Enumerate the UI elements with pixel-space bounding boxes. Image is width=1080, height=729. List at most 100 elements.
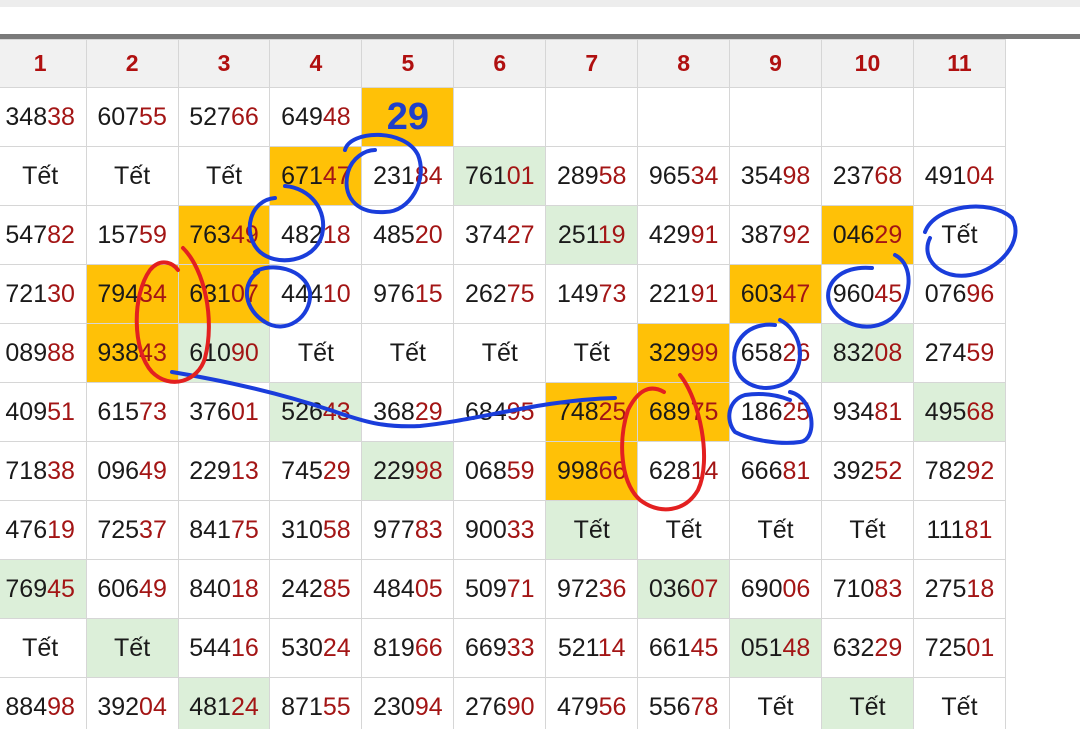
number-tail: 24 [231,693,259,721]
number-prefix: 221 [649,280,691,308]
number-tail: 73 [139,398,167,426]
number-tail: 10 [323,280,351,308]
number-tail: 18 [231,575,259,603]
number-tail: 55 [323,693,351,721]
number-tail: 45 [874,280,902,308]
result-cell: 64948 [270,88,362,147]
number-prefix: 710 [833,575,875,603]
result-cell: 36829 [362,383,454,442]
number-tail: 91 [691,280,719,308]
result-cell: 27690 [454,678,546,729]
result-cell: 48218 [270,206,362,265]
column-header-10: 10 [822,40,914,88]
result-cell: 31058 [270,501,362,560]
result-cell: Tết [0,147,86,206]
result-cell: 26275 [454,265,546,324]
result-cell: 87155 [270,678,362,729]
number-prefix: 972 [557,575,599,603]
result-cell: 97615 [362,265,454,324]
result-cell: 55678 [638,678,730,729]
number-prefix: 649 [281,103,323,131]
number-tail: 25 [783,398,811,426]
number-tail: 15 [415,280,443,308]
number-prefix: 684 [465,398,507,426]
result-cell: 97236 [546,560,638,619]
number-prefix: 900 [465,516,507,544]
result-cell: 23184 [362,147,454,206]
holiday-label: Tết [114,634,150,662]
number-prefix: 666 [741,457,783,485]
number-prefix: 354 [741,162,783,190]
result-cell: 08988 [0,324,86,383]
number-prefix: 484 [373,575,415,603]
table-row: 7718380964922913745292299806859998666281… [0,442,1006,501]
number-tail: 49 [231,221,259,249]
number-tail: 68 [874,162,902,190]
number-prefix: 960 [833,280,875,308]
table-row: 8409516157337601526433682968495748256897… [0,383,1006,442]
number-tail: 16 [231,634,259,662]
number-prefix: 761 [465,162,507,190]
holiday-label: Tết [574,516,610,544]
result-cell: 66145 [638,619,730,678]
table-row: 6476197253784175310589778390033TếtTếtTết… [0,501,1006,560]
number-tail: 19 [47,516,75,544]
result-cell: 63229 [822,619,914,678]
number-tail: 92 [783,221,811,249]
column-header-5: 5 [362,40,454,88]
number-prefix: 231 [373,162,415,190]
number-tail: 14 [598,634,626,662]
result-cell: Tết [546,324,638,383]
number-tail: 36 [599,575,627,603]
result-cell: 93481 [822,383,914,442]
result-cell: Tết [822,678,914,729]
number-tail: 68 [966,398,994,426]
number-prefix: 479 [557,693,599,721]
result-cell: Tết [730,501,822,560]
result-cell: 61090 [178,324,270,383]
results-table: y1234567891011 334838607555276664948292T… [0,39,1006,729]
number-tail: 48 [783,634,811,662]
result-cell: 22191 [638,265,730,324]
result-cell [730,88,822,147]
result-cell [546,88,638,147]
number-prefix: 491 [925,162,967,190]
number-tail: 83 [874,575,902,603]
number-prefix: 607 [97,103,139,131]
number-tail: 27 [507,221,535,249]
number-prefix: 669 [465,634,507,662]
number-tail: 29 [874,634,902,662]
holiday-label: Tết [849,693,885,721]
number-tail: 34 [691,162,719,190]
holiday-label: Tết [757,516,793,544]
result-cell [822,88,914,147]
number-tail: 98 [47,693,75,721]
number-prefix: 628 [649,457,691,485]
number-prefix: 748 [557,398,599,426]
number-prefix: 769 [5,575,47,603]
number-tail: 59 [507,457,535,485]
number-tail: 83 [415,516,443,544]
holiday-label: Tết [666,516,702,544]
number-prefix: 186 [741,398,783,426]
number-prefix: 530 [281,634,323,662]
number-tail: 96 [966,280,994,308]
number-prefix: 965 [649,162,691,190]
column-header-8: 8 [638,40,730,88]
result-cell: 96045 [822,265,914,324]
number-tail: 84 [415,162,443,190]
result-cell: 72537 [86,501,178,560]
number-prefix: 977 [373,516,415,544]
number-prefix: 310 [281,516,323,544]
number-tail: 73 [599,280,627,308]
result-cell: 81966 [362,619,454,678]
result-cell: 49104 [913,147,1005,206]
result-cell: 90033 [454,501,546,560]
number-tail: 29 [415,398,443,426]
result-cell: 23094 [362,678,454,729]
number-tail: 24 [323,634,351,662]
holiday-label: Tết [574,339,610,367]
number-prefix: 840 [189,575,231,603]
number-tail: 58 [599,162,627,190]
number-tail: 47 [323,162,351,190]
